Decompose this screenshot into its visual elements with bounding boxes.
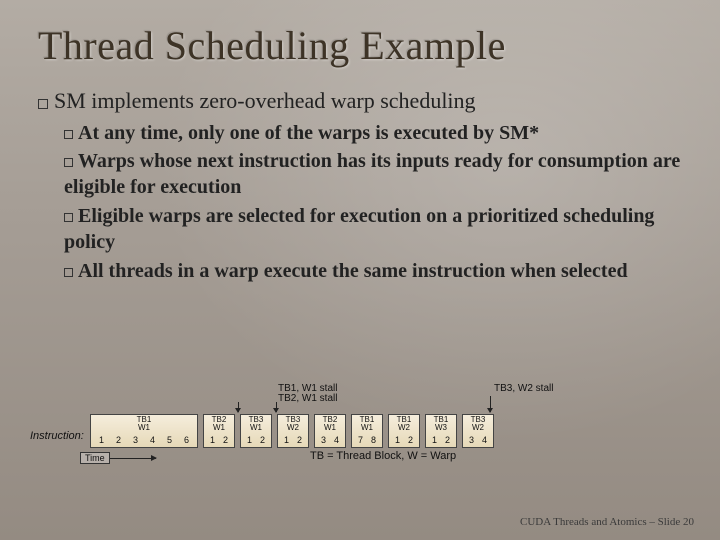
sub-bullet: All threads in a warp execute the same i… xyxy=(64,258,682,284)
instruction-number: 1 xyxy=(93,436,110,445)
instruction-block: TB1W178 xyxy=(351,414,383,448)
instruction-number: 7 xyxy=(354,436,367,445)
instruction-number: 6 xyxy=(178,436,195,445)
instruction-number: 2 xyxy=(219,436,232,445)
instruction-number: 4 xyxy=(330,436,343,445)
arrow-right-icon xyxy=(110,458,156,459)
instruction-number: 2 xyxy=(441,436,454,445)
block-header: TB3W2 xyxy=(463,415,493,433)
block-numbers: 12 xyxy=(241,433,271,447)
stall-label-tb3: TB3, W2 stall xyxy=(494,384,553,394)
instruction-number: 1 xyxy=(243,436,256,445)
sub-bullet: Warps whose next instruction has its inp… xyxy=(64,148,682,201)
block-header: TB2W1 xyxy=(315,415,345,433)
block-header: TB1W1 xyxy=(352,415,382,433)
instruction-number: 2 xyxy=(110,436,127,445)
block-header: TB3W2 xyxy=(278,415,308,433)
instruction-number: 4 xyxy=(478,436,491,445)
instruction-number: 1 xyxy=(280,436,293,445)
block-header: TB1W2 xyxy=(389,415,419,433)
instruction-block: TB3W212 xyxy=(277,414,309,448)
instruction-block: TB1W212 xyxy=(388,414,420,448)
sub-bullet: At any time, only one of the warps is ex… xyxy=(64,120,682,146)
instruction-block: TB1W1123456 xyxy=(90,414,198,448)
block-header: TB1W1 xyxy=(91,415,197,433)
slide-title: Thread Scheduling Example xyxy=(38,22,682,69)
instruction-number: 1 xyxy=(391,436,404,445)
time-arrow: Time xyxy=(80,452,156,464)
square-bullet-icon xyxy=(64,130,73,139)
instruction-number: 2 xyxy=(404,436,417,445)
block-numbers: 12 xyxy=(278,433,308,447)
block-header: TB2W1 xyxy=(204,415,234,433)
instruction-number: 8 xyxy=(367,436,380,445)
time-label: Time xyxy=(80,452,110,464)
stall-line: TB3, W2 stall xyxy=(494,384,553,394)
instruction-block: TB2W134 xyxy=(314,414,346,448)
slide: Thread Scheduling Example SM implements … xyxy=(0,0,720,540)
instruction-label: Instruction: xyxy=(30,430,84,442)
sub-bullet-text: Eligible warps are selected for executio… xyxy=(64,205,654,253)
block-numbers: 123456 xyxy=(91,433,197,447)
instruction-number: 3 xyxy=(465,436,478,445)
square-bullet-icon xyxy=(38,99,48,109)
instruction-number: 1 xyxy=(206,436,219,445)
block-numbers: 12 xyxy=(389,433,419,447)
stall-line: TB2, W1 stall xyxy=(278,394,337,404)
block-numbers: 12 xyxy=(426,433,456,447)
instruction-number: 2 xyxy=(293,436,306,445)
sub-bullet: Eligible warps are selected for executio… xyxy=(64,203,682,256)
instruction-number: 5 xyxy=(161,436,178,445)
instruction-block: TB3W112 xyxy=(240,414,272,448)
stall-arrow-icon xyxy=(490,396,491,412)
instruction-number: 2 xyxy=(256,436,269,445)
sub-bullet-text: At any time, only one of the warps is ex… xyxy=(78,122,539,144)
instruction-number: 1 xyxy=(428,436,441,445)
square-bullet-icon xyxy=(64,158,73,167)
instruction-number: 3 xyxy=(127,436,144,445)
instruction-block: TB1W312 xyxy=(425,414,457,448)
instruction-number: 4 xyxy=(144,436,161,445)
block-numbers: 34 xyxy=(463,433,493,447)
instruction-block: TB2W112 xyxy=(203,414,235,448)
square-bullet-icon xyxy=(64,268,73,277)
block-header: TB1W3 xyxy=(426,415,456,433)
square-bullet-icon xyxy=(64,213,73,222)
diagram-legend: TB = Thread Block, W = Warp xyxy=(310,450,456,462)
sub-bullet-list: At any time, only one of the warps is ex… xyxy=(38,120,682,284)
sub-bullet-text: All threads in a warp execute the same i… xyxy=(78,260,628,282)
bullet-top: SM implements zero-overhead warp schedul… xyxy=(38,87,682,284)
block-numbers: 12 xyxy=(204,433,234,447)
stall-label-tb1: TB1, W1 stall TB2, W1 stall xyxy=(278,384,337,404)
instruction-number: 3 xyxy=(317,436,330,445)
slide-footer: CUDA Threads and Atomics – Slide 20 xyxy=(520,516,694,528)
bullet-top-text: SM implements zero-overhead warp schedul… xyxy=(54,88,476,113)
block-numbers: 78 xyxy=(352,433,382,447)
block-header: TB3W1 xyxy=(241,415,271,433)
stall-arrow-icon xyxy=(276,402,277,412)
stall-arrow-icon xyxy=(238,402,239,412)
bullet-list: SM implements zero-overhead warp schedul… xyxy=(38,87,682,284)
instruction-blocks: TB1W1123456TB2W112TB3W112TB3W212TB2W134T… xyxy=(90,414,494,448)
instruction-block: TB3W234 xyxy=(462,414,494,448)
sub-bullet-text: Warps whose next instruction has its inp… xyxy=(64,150,680,198)
block-numbers: 34 xyxy=(315,433,345,447)
